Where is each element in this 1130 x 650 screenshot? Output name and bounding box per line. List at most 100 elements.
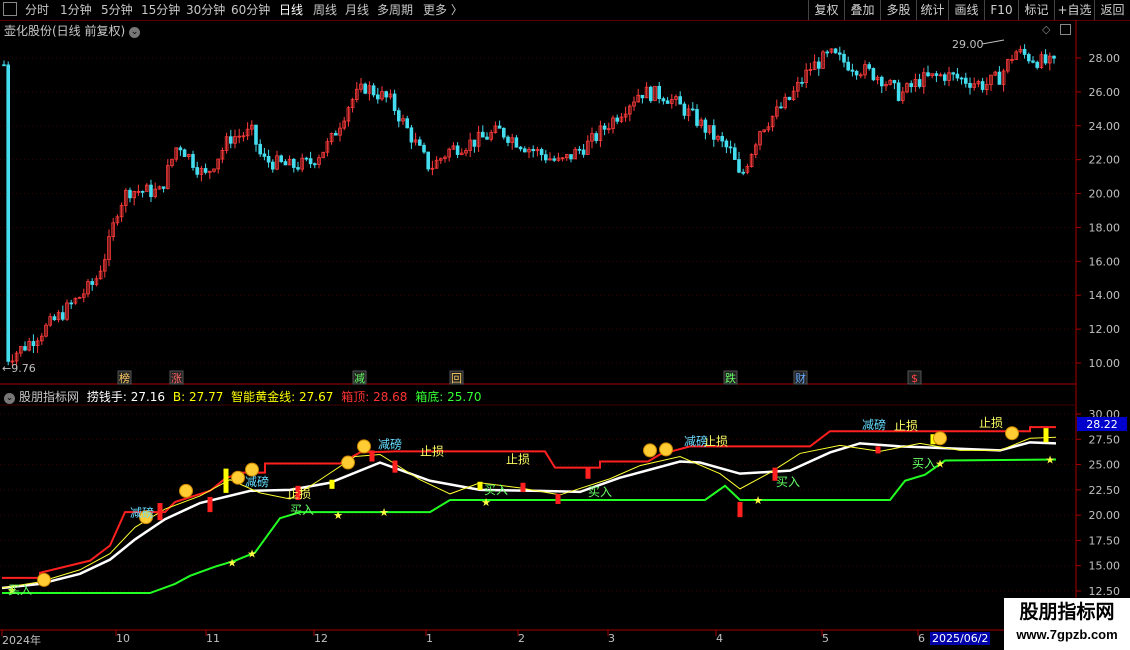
event-tag: 减 bbox=[354, 372, 365, 385]
candle-body bbox=[842, 53, 846, 63]
signal-annotation: 买入 bbox=[912, 457, 936, 471]
signal-bar bbox=[223, 468, 229, 493]
smiley-face-icon bbox=[643, 443, 657, 458]
y-tick-label: 22.50 bbox=[1089, 484, 1121, 497]
chart-canvas[interactable]: 28.00 26.00 24.00 22.00 20.00 18.00 16.00 14.00… bbox=[0, 0, 1130, 650]
candle-body bbox=[31, 341, 36, 346]
candle-body bbox=[1022, 48, 1027, 55]
candle-body bbox=[191, 153, 195, 168]
candle-body bbox=[262, 153, 267, 157]
y-tick-label: 24.00 bbox=[1089, 120, 1121, 133]
candle-body bbox=[964, 77, 968, 84]
candle-body bbox=[838, 52, 842, 55]
signal-annotation: 买入 bbox=[776, 475, 800, 489]
candle-body bbox=[304, 157, 309, 160]
candle-body bbox=[363, 83, 367, 94]
candle-body bbox=[649, 86, 653, 102]
event-tag: 回 bbox=[451, 372, 462, 385]
signal-bar bbox=[737, 501, 743, 518]
y-tick-label: 26.00 bbox=[1089, 86, 1121, 99]
smiley-face-icon bbox=[659, 442, 673, 457]
signal-annotation: 买入 bbox=[484, 483, 508, 497]
smiley-face-icon bbox=[933, 431, 947, 446]
candle-body bbox=[737, 159, 741, 173]
candle-body bbox=[506, 136, 510, 143]
candle-body bbox=[577, 148, 582, 151]
y-tick-label: 12.50 bbox=[1089, 585, 1121, 598]
signal-annotation: 止损 bbox=[287, 487, 311, 501]
candle-body bbox=[602, 125, 607, 130]
event-tag: 榜 bbox=[119, 371, 130, 385]
candle-body bbox=[523, 148, 527, 153]
x-axis-label: 11 bbox=[206, 632, 220, 645]
candle-body bbox=[703, 119, 708, 133]
candle-body bbox=[61, 312, 65, 320]
candle-body bbox=[266, 156, 271, 163]
candle-body bbox=[203, 168, 208, 173]
candle-body bbox=[951, 72, 955, 75]
signal-annotation: 买入 bbox=[290, 503, 314, 517]
candle-body bbox=[6, 64, 10, 362]
candle-body bbox=[741, 171, 745, 174]
smiley-face-icon bbox=[357, 439, 371, 454]
signal-annotation: 止损 bbox=[704, 434, 728, 448]
candle-body bbox=[943, 74, 947, 81]
low-marker-label: ←9.76 bbox=[2, 362, 36, 375]
buy-star-icon: ★ bbox=[753, 494, 763, 507]
event-tag: 涨 bbox=[171, 372, 182, 385]
signal-bar bbox=[875, 446, 881, 454]
signal-bar bbox=[585, 467, 591, 479]
signal-bar bbox=[555, 493, 561, 505]
signal-bar bbox=[329, 479, 335, 489]
candle-body bbox=[1027, 54, 1031, 62]
x-axis-label: 2 bbox=[518, 632, 525, 645]
y-tick-label: 20.00 bbox=[1089, 509, 1121, 522]
candle-body bbox=[867, 64, 871, 69]
candle-body bbox=[934, 73, 939, 76]
candle-body bbox=[254, 124, 258, 145]
candle-body bbox=[657, 85, 661, 100]
candle-body bbox=[2, 64, 6, 67]
signal-annotation: 减磅 bbox=[378, 436, 402, 451]
candle-body bbox=[384, 91, 388, 98]
signal-annotation: 止损 bbox=[894, 419, 918, 433]
candle-body bbox=[279, 155, 283, 163]
candle-body bbox=[968, 82, 972, 88]
signal-annotation: 止损 bbox=[506, 453, 530, 467]
buy-star-icon: ★ bbox=[379, 506, 389, 519]
candle-body bbox=[371, 85, 376, 96]
candle-body bbox=[594, 133, 598, 141]
signal-bar bbox=[157, 503, 163, 521]
candle-body bbox=[1031, 60, 1035, 63]
candle-body bbox=[800, 81, 804, 84]
signal-bar bbox=[520, 482, 526, 492]
signal-annotation: 减磅 bbox=[130, 505, 154, 520]
candle-body bbox=[850, 69, 855, 72]
candle-body bbox=[258, 143, 262, 155]
signal-annotation: 减磅 bbox=[245, 474, 269, 489]
candle-body bbox=[733, 147, 737, 160]
candle-body bbox=[720, 135, 724, 142]
high-marker-line bbox=[981, 39, 1005, 45]
candle-body bbox=[846, 61, 850, 71]
candle-body bbox=[455, 145, 460, 155]
buy-star-icon: ★ bbox=[227, 557, 237, 570]
signal-annotation: 买入 bbox=[8, 583, 32, 597]
signal-bar bbox=[207, 496, 213, 513]
candle-body bbox=[405, 118, 409, 129]
event-tag: 财 bbox=[795, 371, 806, 385]
buy-star-icon: ★ bbox=[1045, 454, 1055, 467]
candle-body bbox=[682, 103, 687, 116]
candle-body bbox=[552, 158, 556, 161]
candle-body bbox=[661, 98, 666, 102]
candle-body bbox=[787, 96, 792, 100]
candle-body bbox=[392, 93, 397, 112]
x-axis-label: 6 bbox=[918, 632, 925, 645]
candle-body bbox=[871, 67, 876, 81]
candle-body bbox=[426, 151, 430, 170]
x-axis-label: 10 bbox=[116, 632, 130, 645]
candle-body bbox=[980, 81, 985, 90]
buy-star-icon: ★ bbox=[481, 496, 491, 509]
y-tick-label: 10.00 bbox=[1089, 357, 1121, 370]
candle-body bbox=[69, 302, 74, 305]
